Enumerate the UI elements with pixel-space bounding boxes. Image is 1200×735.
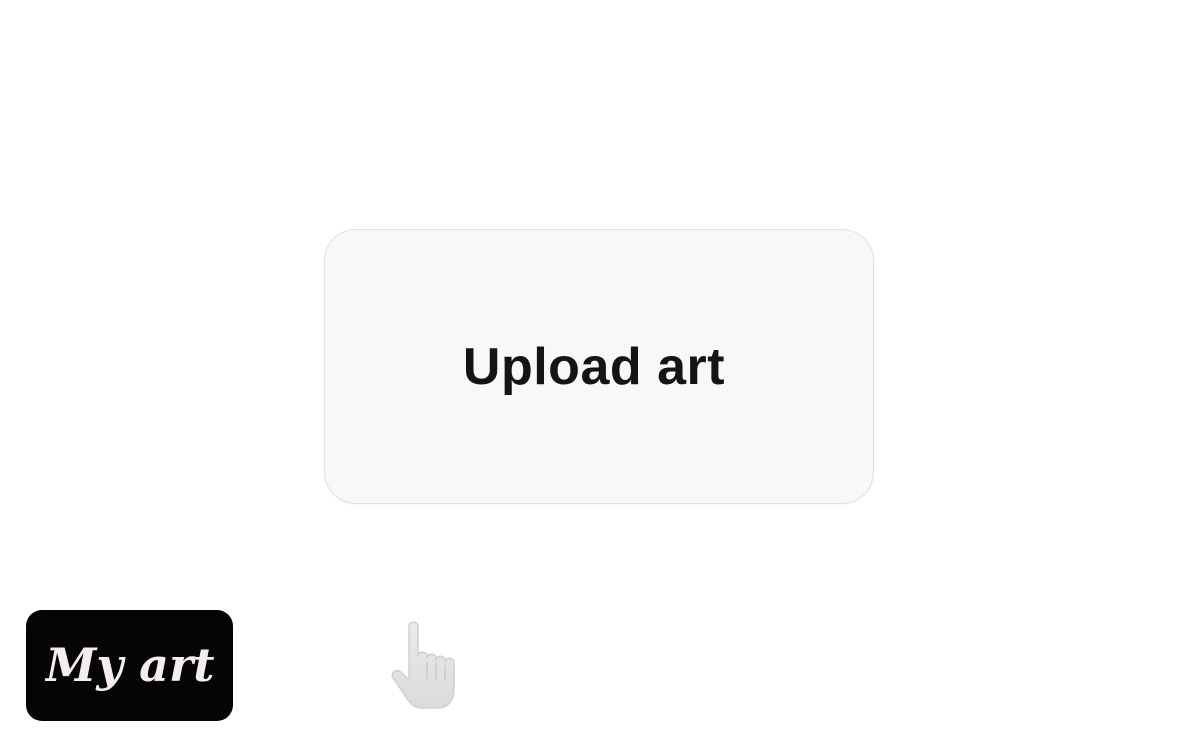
- hand-pointer-icon: [391, 621, 455, 709]
- upload-art-button[interactable]: Upload art: [324, 229, 874, 504]
- my-art-logo[interactable]: My art: [26, 610, 233, 721]
- my-art-logo-wordmark: My art: [45, 638, 214, 692]
- logo-text: My art: [45, 638, 214, 692]
- page-root: Upload art My art: [0, 0, 1200, 735]
- upload-art-label: Upload art: [462, 337, 726, 396]
